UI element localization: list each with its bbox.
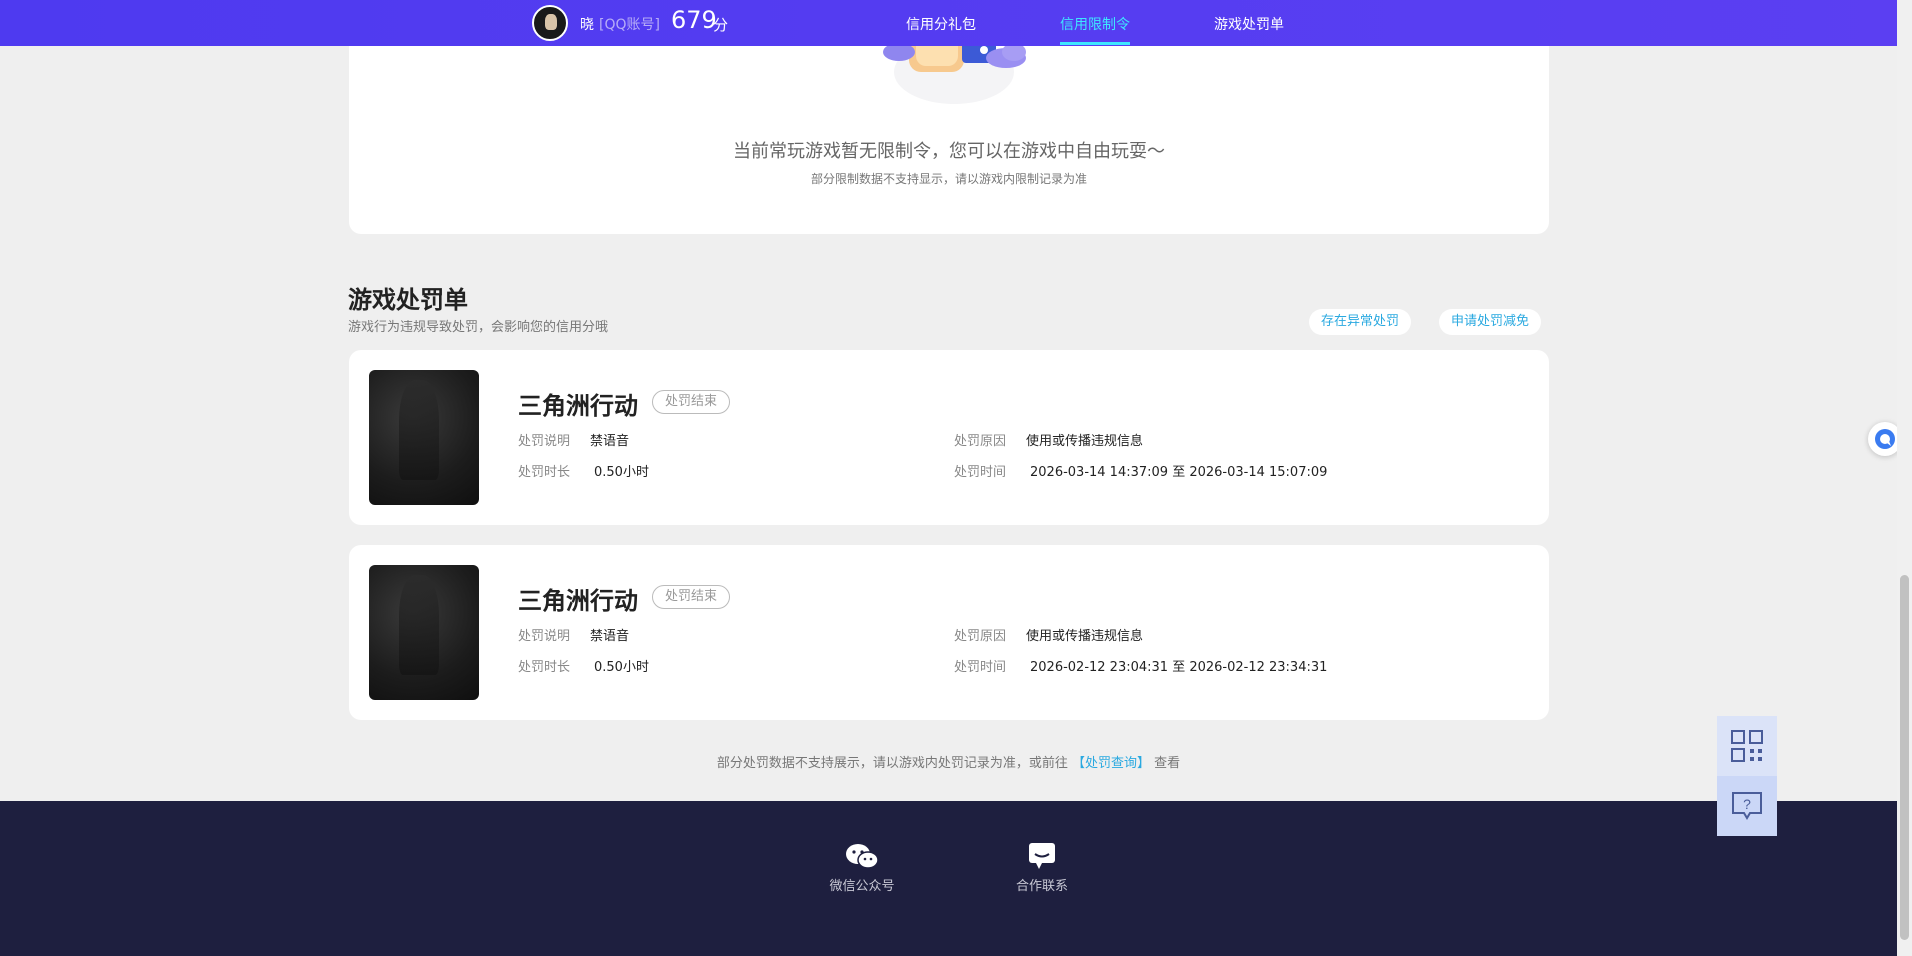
penalty-desc-value: 禁语音	[590, 434, 630, 449]
penalty-desc-value: 禁语音	[590, 629, 630, 644]
penalty-reason-value: 使用或传播违规信息	[1026, 629, 1144, 644]
penalty-time-label: 处罚时间	[954, 465, 1007, 480]
game-cover-image	[369, 565, 479, 700]
penalty-duration-label: 处罚时长	[518, 660, 571, 675]
bottom-note-prefix: 部分处罚数据不支持展示，请以游戏内处罚记录为准，或前往	[716, 756, 1068, 771]
scrollbar-thumb[interactable]	[1900, 575, 1909, 940]
tab-game-penalty[interactable]: 游戏处罚单	[1214, 14, 1284, 34]
penalty-duration-value: 0.50小时	[594, 465, 649, 480]
message-icon	[1029, 843, 1055, 869]
chat-icon	[1875, 429, 1895, 449]
tab-credit-restriction[interactable]: 信用限制令	[1060, 14, 1130, 34]
penalty-reason-value: 使用或传播违规信息	[1026, 434, 1144, 449]
floating-side-panel: ?	[1717, 716, 1777, 836]
penalty-query-link[interactable]: 【处罚查询】	[1072, 756, 1150, 771]
penalty-appeal-button[interactable]: 申请处罚减免	[1439, 309, 1542, 335]
status-badge: 处罚结束	[652, 585, 731, 609]
empty-restriction-message: 当前常玩游戏暂无限制令，您可以在游戏中自由玩耍～	[733, 141, 1165, 162]
credit-score-unit: 分	[713, 16, 729, 34]
abnormal-penalty-button[interactable]: 存在异常处罚	[1309, 309, 1412, 335]
help-button[interactable]: ?	[1717, 776, 1777, 836]
user-name: 晓	[580, 17, 594, 33]
wechat-label: 微信公众号	[829, 879, 895, 894]
penalty-reason-label: 处罚原因	[954, 629, 1007, 644]
empty-restriction-note: 部分限制数据不支持显示，请以游戏内限制记录为准	[810, 172, 1087, 186]
penalty-desc-label: 处罚说明	[518, 434, 571, 449]
status-badge: 处罚结束	[652, 390, 731, 414]
penalty-card: 三角洲行动 处罚结束 处罚说明 禁语音 处罚时长 0.50小时 处罚原因 使用或…	[349, 545, 1549, 720]
contact-label: 合作联系	[1015, 879, 1068, 894]
penalty-duration-value: 0.50小时	[594, 660, 649, 675]
penalty-bottom-note: 部分处罚数据不支持展示，请以游戏内处罚记录为准，或前往 【处罚查询】 查看	[0, 752, 1897, 771]
credit-score: 679	[671, 6, 717, 34]
wechat-official-account[interactable]: 微信公众号	[812, 841, 912, 894]
penalty-duration-label: 处罚时长	[518, 465, 571, 480]
business-contact[interactable]: 合作联系	[992, 841, 1092, 894]
page-footer: 微信公众号 合作联系	[0, 801, 1897, 956]
game-name: 三角洲行动	[518, 587, 638, 615]
qr-code-icon	[1731, 730, 1763, 762]
penalty-section-description: 游戏行为违规导致处罚，会影响您的信用分哦	[348, 320, 609, 335]
penalty-desc-label: 处罚说明	[518, 629, 571, 644]
penalty-time-value: 2026-03-14 14:37:09 至 2026-03-14 15:07:0…	[1030, 465, 1328, 480]
active-tab-indicator	[1060, 42, 1130, 45]
question-icon: ?	[1732, 792, 1762, 820]
avatar[interactable]	[532, 5, 568, 41]
penalty-time-value: 2026-02-12 23:04:31 至 2026-02-12 23:34:3…	[1030, 660, 1328, 675]
svg-text:?: ?	[1743, 796, 1751, 812]
bottom-note-suffix: 查看	[1154, 756, 1181, 771]
penalty-time-label: 处罚时间	[954, 660, 1007, 675]
game-cover-image	[369, 370, 479, 505]
wechat-icon	[846, 844, 879, 869]
top-nav-bar: 晓 [QQ账号] 679 分 信用分礼包 信用限制令 游戏处罚单	[0, 0, 1897, 46]
account-type: [QQ账号]	[599, 17, 660, 33]
penalty-section-title: 游戏处罚单	[348, 286, 468, 314]
penalty-card: 三角洲行动 处罚结束 处罚说明 禁语音 处罚时长 0.50小时 处罚原因 使用或…	[349, 350, 1549, 525]
qr-code-button[interactable]	[1717, 716, 1777, 776]
penalty-reason-label: 处罚原因	[954, 434, 1007, 449]
tab-credit-gift[interactable]: 信用分礼包	[906, 14, 976, 34]
game-name: 三角洲行动	[518, 392, 638, 420]
